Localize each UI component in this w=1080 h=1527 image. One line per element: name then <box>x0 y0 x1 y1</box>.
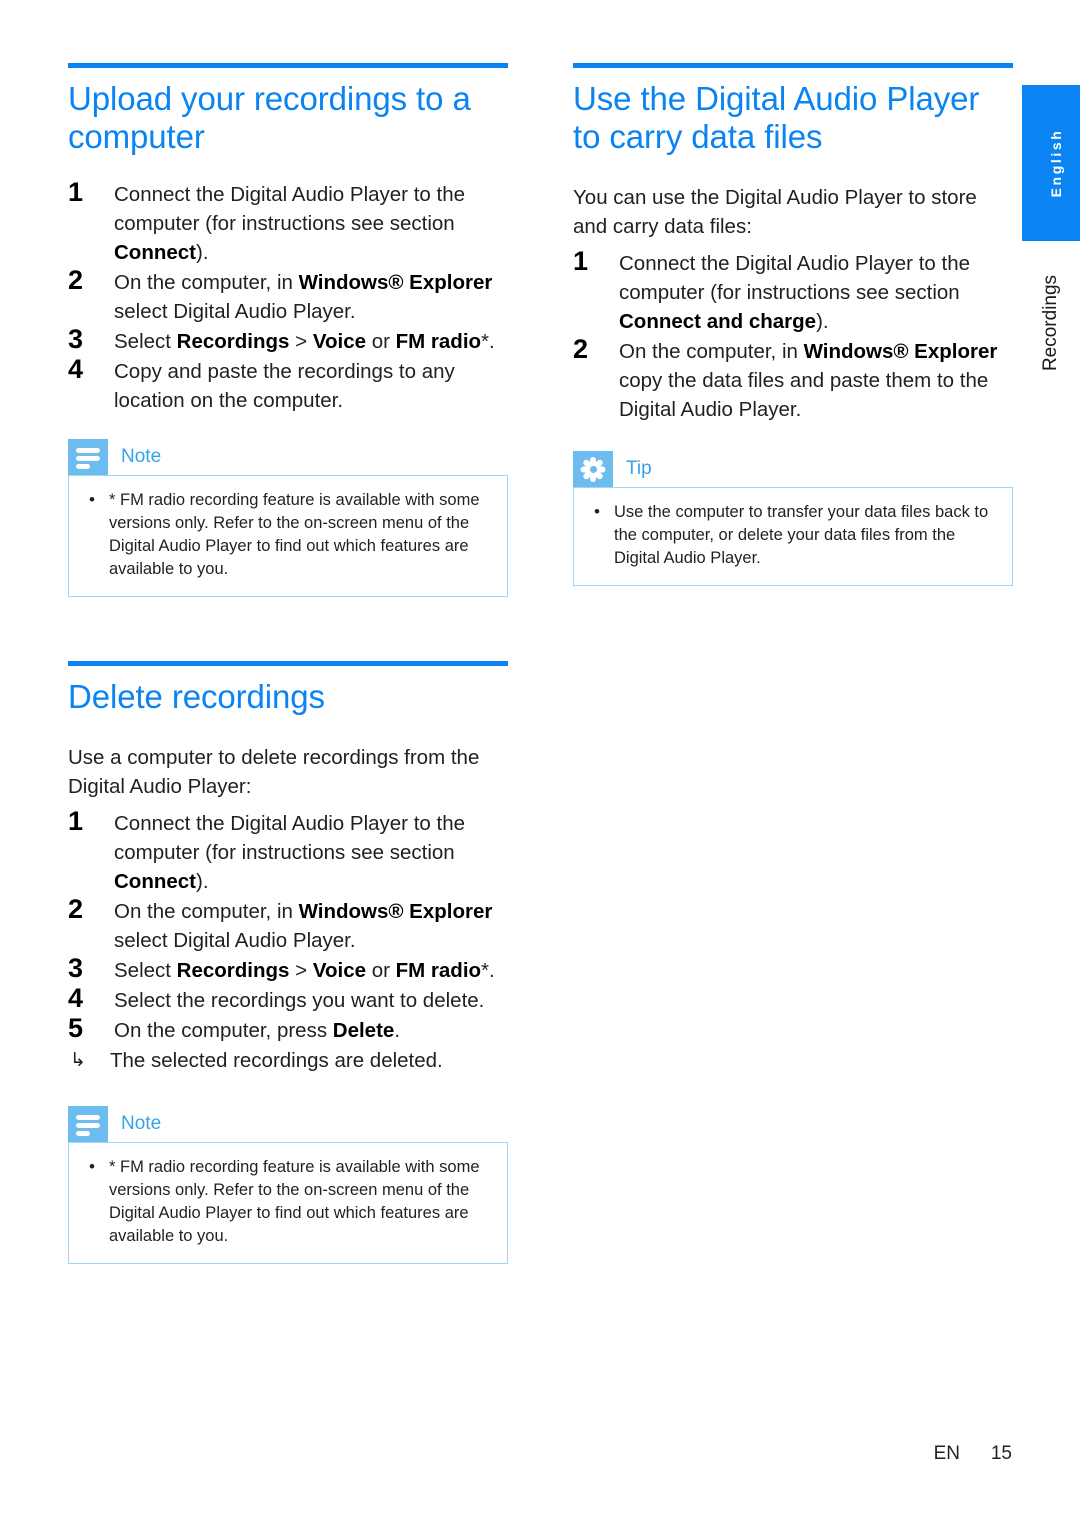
section-rule <box>573 63 1013 68</box>
step-text: Connect the Digital Audio Player to the … <box>114 183 465 264</box>
step-text: Copy and paste the recordings to any loc… <box>114 360 455 412</box>
footer-page-number: 15 <box>990 1443 1012 1464</box>
step-number: 2 <box>573 334 589 364</box>
section-upload-recordings: Upload your recordings to a computer 1 Co… <box>68 63 508 597</box>
section-carry-data-files: Use the Digital Audio Player to carry da… <box>573 63 1013 586</box>
language-tab: English <box>1022 85 1080 241</box>
step-text: Select Recordings > Voice or FM radio*. <box>114 330 495 353</box>
step-text: On the computer, in Windows® Explorer se… <box>114 900 493 952</box>
section-rule <box>68 661 508 666</box>
steps-list-delete: 1 Connect the Digital Audio Player to the… <box>68 806 508 1045</box>
callout-header: Tip <box>573 451 1013 487</box>
page-footer: EN 15 <box>0 1443 1012 1465</box>
callout-items: Use the computer to transfer your data f… <box>588 500 998 570</box>
result-text: The selected recordings are deleted. <box>110 1049 443 1072</box>
step-item: 1 Connect the Digital Audio Player to the… <box>68 806 508 896</box>
step-item: 4 Select the recordings you want to delet… <box>68 983 508 1015</box>
callout-body: Use the computer to transfer your data f… <box>573 487 1013 586</box>
callout-item: Use the computer to transfer your data f… <box>588 500 998 570</box>
callout-header: Note <box>68 439 508 475</box>
step-result: ↳ The selected recordings are deleted. <box>68 1046 508 1075</box>
callout-items: * FM radio recording feature is availabl… <box>83 488 493 581</box>
step-number: 3 <box>68 324 84 354</box>
step-number: 3 <box>68 953 84 983</box>
steps-list-upload: 1 Connect the Digital Audio Player to the… <box>68 177 508 415</box>
page-title: Delete recordings <box>68 678 325 715</box>
note-icon <box>68 1106 108 1142</box>
note-callout-delete: Note * FM radio recording feature is ava… <box>68 1106 508 1264</box>
callout-body: * FM radio recording feature is availabl… <box>68 475 508 597</box>
step-item: 3 Select Recordings > Voice or FM radio*. <box>68 324 508 356</box>
section-delete-recordings: Delete recordings Use a computer to dele… <box>68 661 508 1264</box>
callout-label: Tip <box>626 458 652 479</box>
step-item: 5 On the computer, press Delete. <box>68 1013 508 1045</box>
step-text: On the computer, in Windows® Explorer se… <box>114 271 493 323</box>
chapter-tab-label: Recordings <box>1040 274 1061 372</box>
tip-callout: Tip Use the computer to transfer your da… <box>573 451 1013 586</box>
note-callout-upload: Note * FM radio recording feature is ava… <box>68 439 508 597</box>
step-number: 2 <box>68 265 84 295</box>
step-number: 1 <box>573 246 589 276</box>
step-number: 5 <box>68 1013 84 1043</box>
step-number: 4 <box>68 983 84 1013</box>
note-icon <box>68 439 108 475</box>
step-number: 4 <box>68 354 84 384</box>
callout-header: Note <box>68 1106 508 1142</box>
step-number: 1 <box>68 806 84 836</box>
step-number: 1 <box>68 177 84 207</box>
section-intro: Use a computer to delete recordings from… <box>68 746 480 798</box>
page-title: Use the Digital Audio Player to carry da… <box>573 80 980 155</box>
step-text: Select the recordings you want to delete… <box>114 989 485 1012</box>
step-item: 2 On the computer, in Windows® Explorer s… <box>68 265 508 326</box>
callout-body: * FM radio recording feature is availabl… <box>68 1142 508 1264</box>
footer-language-code: EN <box>933 1443 960 1464</box>
result-arrow-icon: ↳ <box>70 1050 86 1071</box>
callout-items: * FM radio recording feature is availabl… <box>83 1155 493 1248</box>
callout-label: Note <box>121 1113 162 1134</box>
step-item: 4 Copy and paste the recordings to any lo… <box>68 354 508 415</box>
step-text: Connect the Digital Audio Player to the … <box>619 252 970 333</box>
step-item: 3 Select Recordings > Voice or FM radio*. <box>68 953 508 985</box>
step-text: On the computer, press Delete. <box>114 1019 401 1042</box>
chapter-tab: Recordings <box>1022 258 1080 388</box>
section-rule <box>68 63 508 68</box>
callout-label: Note <box>121 446 162 467</box>
step-text: Connect the Digital Audio Player to the … <box>114 812 465 893</box>
document-page: Upload your recordings to a computer 1 Co… <box>0 0 1080 1527</box>
language-tab-label: English <box>1048 128 1064 198</box>
step-item: 1 Connect the Digital Audio Player to the… <box>68 177 508 267</box>
tip-icon <box>573 451 613 487</box>
page-title: Upload your recordings to a computer <box>68 80 471 155</box>
callout-item: * FM radio recording feature is availabl… <box>83 1155 493 1248</box>
step-item: 2 On the computer, in Windows® Explorer c… <box>573 334 1013 424</box>
step-number: 2 <box>68 894 84 924</box>
step-item: 1 Connect the Digital Audio Player to the… <box>573 246 1013 336</box>
step-item: 2 On the computer, in Windows® Explorer s… <box>68 894 508 955</box>
callout-item: * FM radio recording feature is availabl… <box>83 488 493 581</box>
step-text: On the computer, in Windows® Explorer co… <box>619 340 998 421</box>
steps-list-carry-data: 1 Connect the Digital Audio Player to the… <box>573 246 1013 424</box>
section-intro: You can use the Digital Audio Player to … <box>573 186 977 238</box>
step-text: Select Recordings > Voice or FM radio*. <box>114 959 495 982</box>
